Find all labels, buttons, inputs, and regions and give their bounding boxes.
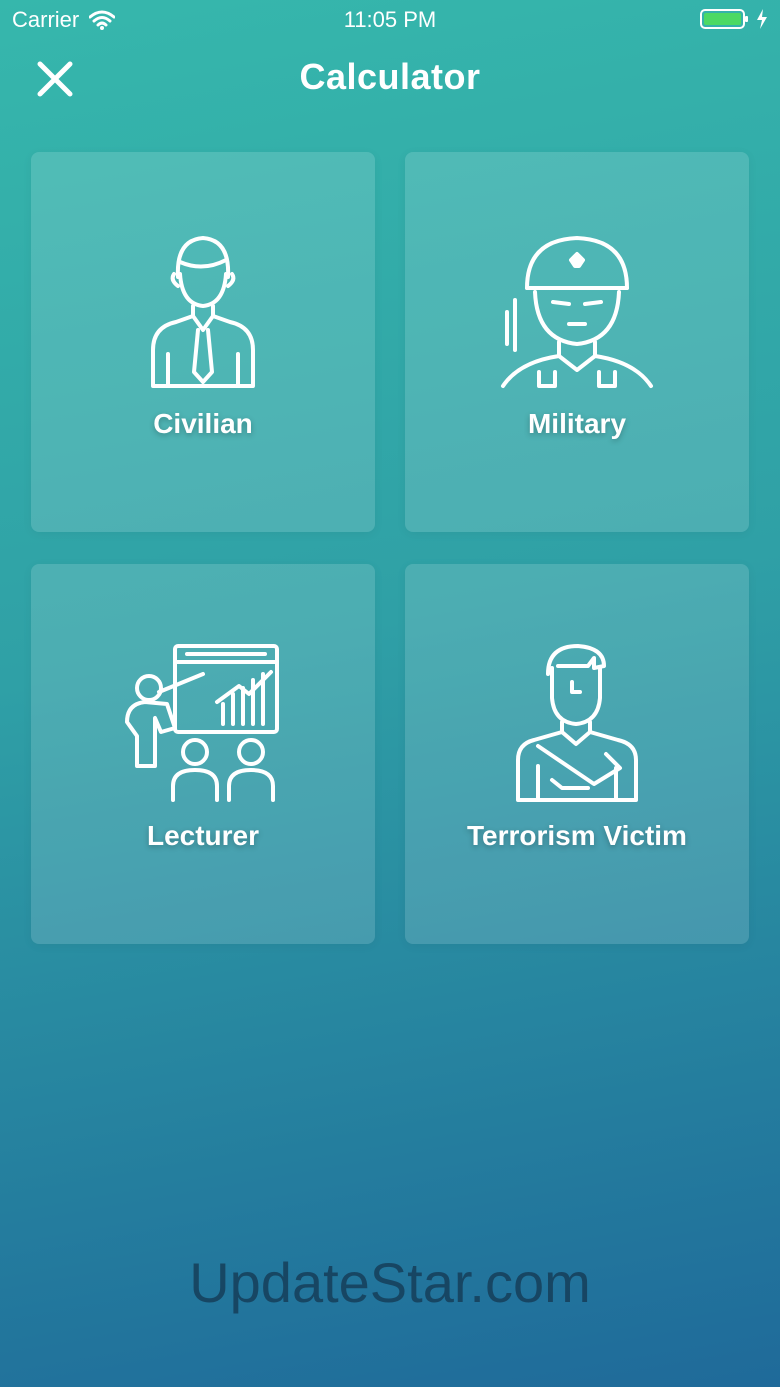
status-bar: Carrier 11:05 PM	[0, 0, 780, 40]
watermark: UpdateStar.com	[189, 1251, 591, 1314]
category-label: Military	[527, 408, 627, 439]
civilian-icon	[151, 236, 255, 388]
injured-person-icon	[516, 644, 638, 802]
category-label: Terrorism Victim	[467, 820, 687, 851]
category-label: Civilian	[153, 408, 253, 439]
charging-bolt-icon	[757, 9, 767, 29]
soldier-icon	[501, 236, 653, 388]
lecturer-icon	[125, 644, 279, 802]
status-time: 11:05 PM	[343, 7, 437, 32]
page-title: Calculator	[299, 56, 481, 97]
category-tile-civilian[interactable]: Civilian	[31, 152, 375, 532]
category-label: Lecturer	[146, 820, 260, 851]
category-tile-terrorism-victim[interactable]: Terrorism Victim	[405, 564, 749, 944]
category-tile-lecturer[interactable]: Lecturer	[31, 564, 375, 944]
category-tile-military[interactable]: Military	[405, 152, 749, 532]
battery-icon	[700, 9, 748, 29]
battery-indicator	[700, 8, 768, 30]
navigation-bar: Calculator	[0, 48, 780, 108]
